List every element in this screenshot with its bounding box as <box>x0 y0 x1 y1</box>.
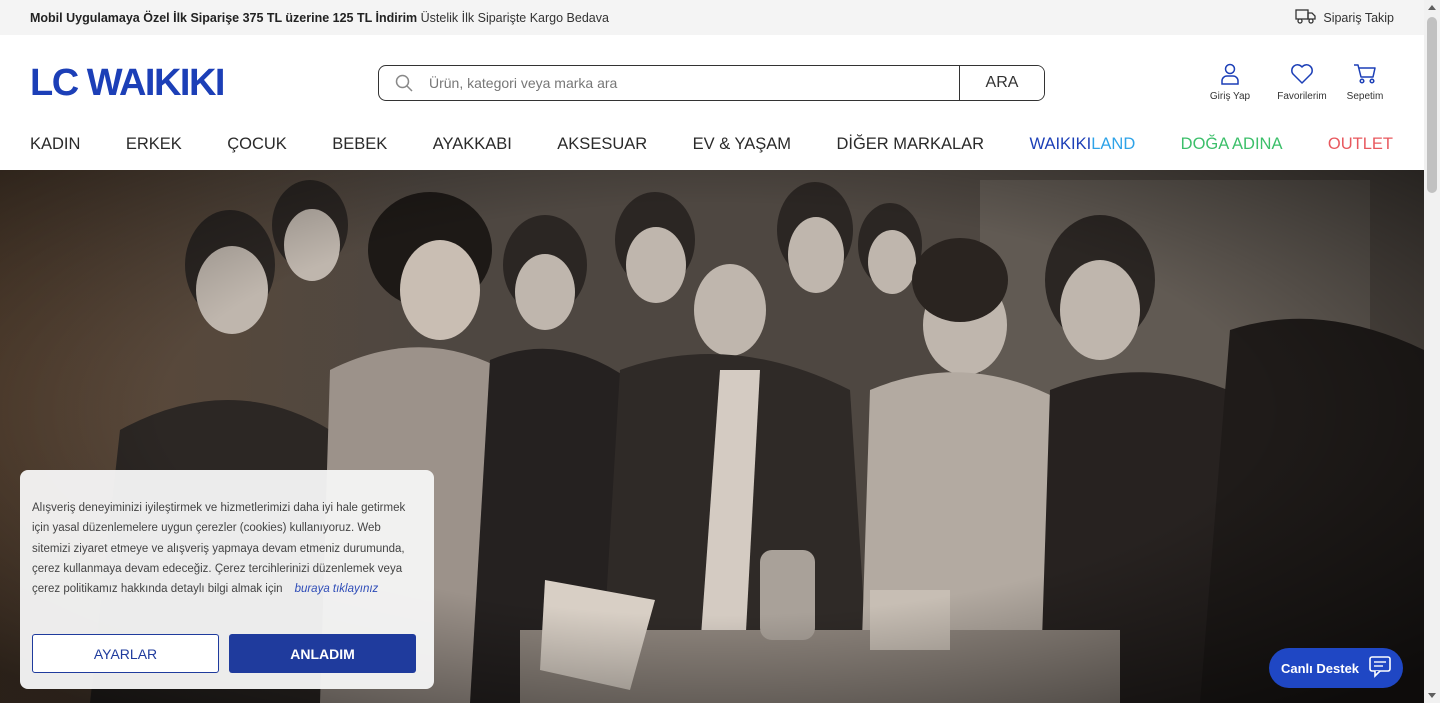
land-text: LAND <box>1091 134 1136 153</box>
nav-item-bebek[interactable]: BEBEK <box>332 135 387 154</box>
nav-item-doga-adina[interactable]: DOĞA ADINA <box>1181 135 1283 154</box>
page-scrollbar[interactable] <box>1424 0 1440 703</box>
heart-icon <box>1290 63 1314 88</box>
waikiki-text: WAIKIKI <box>1029 134 1092 153</box>
cookie-buttons: AYARLAR ANLADIM <box>32 634 416 673</box>
header-actions: Giriş Yap Favorilerim Sepetim <box>1194 63 1392 102</box>
cookie-accept-button[interactable]: ANLADIM <box>229 634 416 673</box>
live-support-button[interactable]: Canlı Destek <box>1269 648 1403 688</box>
order-tracking-link[interactable]: Sipariş Takip <box>1295 8 1394 27</box>
cart-icon <box>1353 63 1377 88</box>
nav-item-outlet[interactable]: OUTLET <box>1328 135 1393 154</box>
cookie-policy-link[interactable]: buraya tıklayınız <box>295 583 379 595</box>
nav-item-erkek[interactable]: ERKEK <box>126 135 182 154</box>
promo-bold-text: Mobil Uygulamaya Özel İlk Siparişe 375 T… <box>30 10 418 25</box>
nav-item-cocuk[interactable]: ÇOCUK <box>227 135 287 154</box>
live-support-label: Canlı Destek <box>1281 660 1360 676</box>
cookie-consent-panel: Alışveriş deneyiminizi iyileştirmek ve h… <box>20 470 434 689</box>
chat-icon <box>1369 655 1395 681</box>
nav-item-diger-markalar[interactable]: DİĞER MARKALAR <box>836 135 984 154</box>
search-input[interactable] <box>429 66 959 100</box>
scrollbar-thumb[interactable] <box>1427 17 1437 193</box>
scroll-up-arrow-icon[interactable] <box>1428 5 1436 10</box>
truck-icon <box>1295 8 1317 27</box>
promo-text[interactable]: Mobil Uygulamaya Özel İlk Siparişe 375 T… <box>30 11 609 25</box>
scroll-down-arrow-icon[interactable] <box>1428 693 1436 698</box>
nav-item-ev-yasam[interactable]: EV & YAŞAM <box>693 135 791 154</box>
nav-item-aksesuar[interactable]: AKSESUAR <box>557 135 647 154</box>
site-header: LC WAIKIKI ARA Giriş Yap Favorilerim Sep… <box>0 35 1424 119</box>
nav-item-waikikiland[interactable]: WAIKIKILAND <box>1030 135 1136 154</box>
cookie-message: Alışveriş deneyiminizi iyileştirmek ve h… <box>32 498 422 599</box>
cookie-text: Alışveriş deneyiminizi iyileştirmek ve h… <box>32 502 406 596</box>
nav-item-ayakkabi[interactable]: AYAKKABI <box>433 135 512 154</box>
login-label: Giriş Yap <box>1209 91 1251 102</box>
cart-label: Sepetim <box>1346 91 1384 102</box>
brand-logo[interactable]: LC WAIKIKI <box>30 64 225 102</box>
search-bar: ARA <box>378 65 1045 101</box>
user-icon <box>1220 63 1240 88</box>
cart-button[interactable]: Sepetim <box>1338 63 1392 102</box>
search-icon <box>379 66 429 100</box>
nav-item-kadin[interactable]: KADIN <box>30 135 80 154</box>
favorites-label: Favorilerim <box>1277 91 1327 102</box>
favorites-button[interactable]: Favorilerim <box>1266 63 1338 102</box>
search-button[interactable]: ARA <box>959 66 1044 100</box>
main-nav: KADIN ERKEK ÇOCUK BEBEK AYAKKABI AKSESUA… <box>0 119 1424 169</box>
order-tracking-label: Sipariş Takip <box>1323 10 1394 25</box>
login-button[interactable]: Giriş Yap <box>1194 63 1266 102</box>
cookie-settings-button[interactable]: AYARLAR <box>32 634 219 673</box>
promo-bar: Mobil Uygulamaya Özel İlk Siparişe 375 T… <box>0 0 1424 35</box>
promo-normal-text: Üstelik İlk Siparişte Kargo Bedava <box>420 10 609 25</box>
